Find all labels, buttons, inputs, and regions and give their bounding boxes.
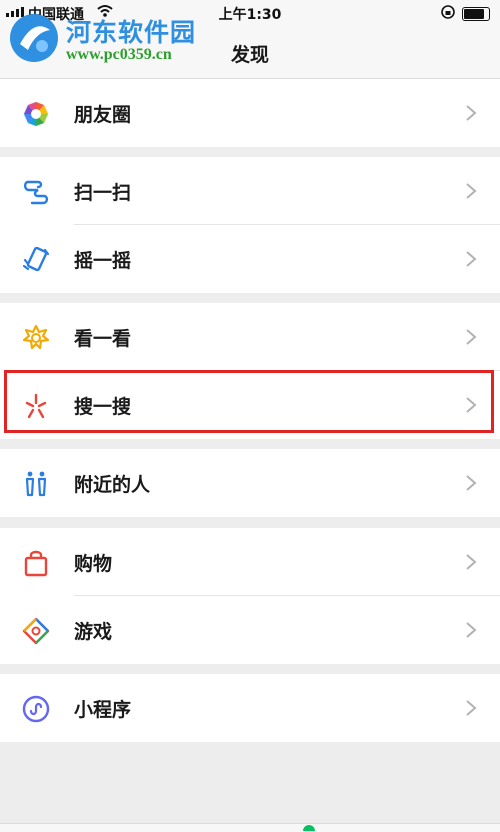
shake-icon	[22, 246, 50, 272]
menu-item-label: 摇一摇	[74, 250, 132, 272]
tab-discover-indicator	[303, 825, 315, 831]
chevron-right-icon	[466, 622, 477, 638]
menu-item-games[interactable]: 游戏	[0, 596, 500, 664]
battery-icon	[462, 7, 490, 21]
chevron-right-icon	[466, 700, 477, 716]
menu-item-search[interactable]: 搜一搜	[0, 371, 500, 439]
page-title: 发现	[230, 44, 269, 66]
menu-item-people-nearby[interactable]: 附近的人	[0, 449, 500, 517]
chevron-right-icon	[466, 251, 477, 267]
menu-item-top-stories[interactable]: 看一看	[0, 303, 500, 371]
chevron-right-icon	[466, 554, 477, 570]
group-shop-games: 购物 游戏	[0, 528, 500, 664]
menu-item-label: 购物	[74, 553, 113, 575]
menu-item-label: 扫一扫	[74, 182, 132, 204]
group-scan-shake: 扫一扫 摇一摇	[0, 157, 500, 293]
top-stories-icon	[22, 324, 50, 350]
mini-programs-icon	[22, 695, 50, 723]
menu-item-label: 游戏	[74, 621, 113, 643]
menu-item-moments[interactable]: 朋友圈	[0, 79, 500, 147]
menu-item-label: 小程序	[74, 699, 132, 721]
menu-item-shake[interactable]: 摇一摇	[0, 225, 500, 293]
menu-item-shopping[interactable]: 购物	[0, 528, 500, 596]
search-icon	[25, 393, 47, 419]
rotation-lock-icon	[441, 5, 455, 19]
scan-icon	[23, 180, 49, 205]
group-moments: 朋友圈	[0, 79, 500, 147]
status-time: 上午1:30	[218, 7, 282, 23]
chevron-right-icon	[466, 183, 477, 199]
menu-item-label: 朋友圈	[74, 104, 132, 126]
menu-item-label: 搜一搜	[74, 396, 132, 418]
nav-bar: 发现	[0, 26, 500, 79]
group-people-nearby: 附近的人	[0, 449, 500, 517]
status-bar: 中国联通 上午1:30	[0, 0, 500, 26]
chevron-right-icon	[466, 475, 477, 491]
menu-item-label: 看一看	[74, 328, 132, 350]
chevron-right-icon	[466, 105, 477, 121]
group-mini-programs: 小程序	[0, 674, 500, 742]
group-top-search: 看一看 搜一搜	[0, 303, 500, 439]
shopping-bag-icon	[24, 550, 48, 577]
menu-item-scan[interactable]: 扫一扫	[0, 157, 500, 225]
games-icon	[22, 617, 50, 645]
moments-icon	[23, 101, 49, 127]
menu-item-mini-programs[interactable]: 小程序	[0, 674, 500, 742]
chevron-right-icon	[466, 329, 477, 345]
chevron-right-icon	[466, 397, 477, 413]
people-nearby-icon	[25, 471, 47, 497]
menu-item-label: 附近的人	[74, 474, 151, 496]
